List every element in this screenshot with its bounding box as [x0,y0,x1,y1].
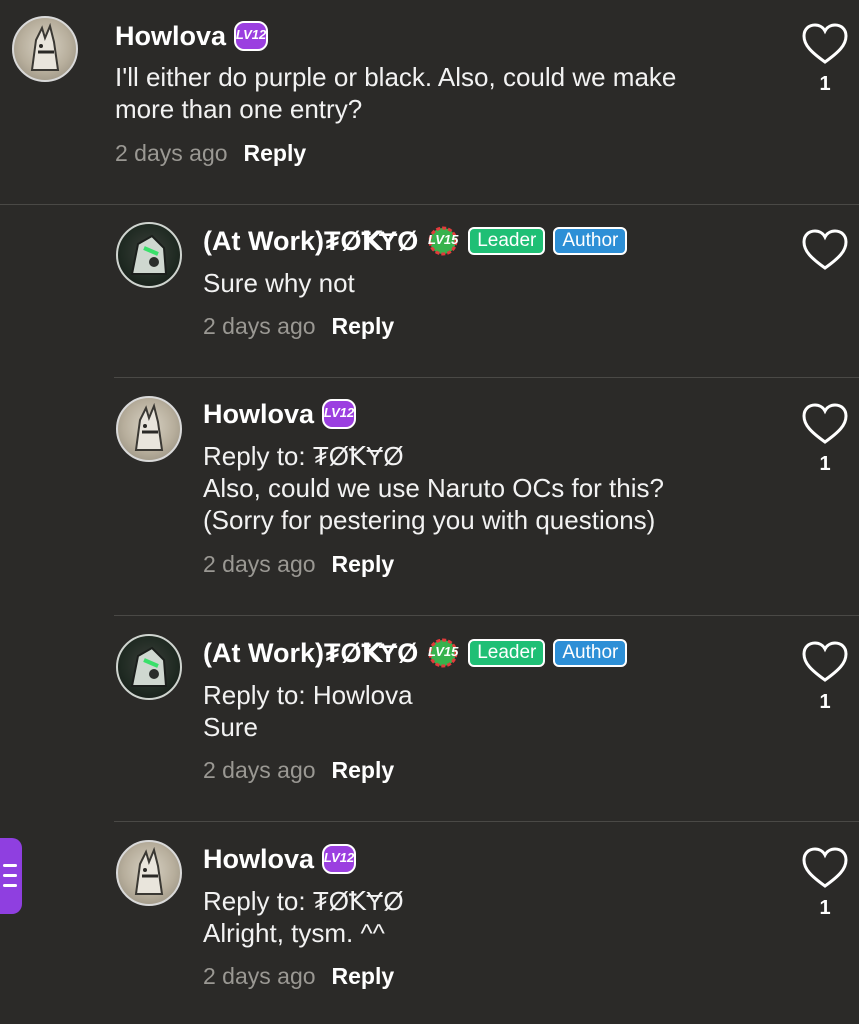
level-label: LV12 [235,27,267,42]
comment-body: I'll either do purple or black. Also, co… [115,61,676,125]
author-name[interactable]: (At Work)₮ØꝀɎØ [203,638,418,669]
like-count: 1 [819,691,831,713]
reply-button[interactable]: Reply [244,140,307,167]
avatar[interactable] [116,396,182,462]
comment-line: I'll either do purple or black. Also, co… [115,62,677,92]
comment-header: Howlova LV12 [203,841,357,877]
avatar-image [130,646,168,687]
comment-header: (At Work)₮ØꝀɎØ LV15 Leader Author [203,635,628,671]
comment-meta: 2 days ago Reply [203,313,394,340]
heart-outline-icon [802,229,848,270]
author-badge: Author [553,639,628,667]
leader-badge: Leader [468,227,546,255]
heart-outline-icon [802,23,848,64]
level-badge-icon: LV12 [234,21,269,51]
comment-line: Reply to: ₮ØꝀɎØ [203,886,404,916]
comment-meta: 2 days ago Reply [115,140,306,167]
divider [114,377,859,378]
comment-body: Sure why not [203,267,355,299]
like-button[interactable]: 1 [800,22,850,96]
divider [114,821,859,822]
reply-button[interactable]: Reply [332,757,395,784]
comment-line: Sure why not [203,268,355,298]
level-label: LV15 [428,232,459,247]
avatar-image [134,402,164,451]
level-badge-icon: LV12 [322,399,357,429]
timestamp: 2 days ago [203,313,316,339]
reply-button[interactable]: Reply [332,313,395,340]
author-badge: Author [553,227,628,255]
timestamp: 2 days ago [115,140,228,166]
like-count: 1 [819,897,831,919]
heart-outline-icon [802,403,848,444]
avatar[interactable] [12,16,78,82]
side-menu-tab[interactable] [0,838,22,914]
comment-body: Reply to: ₮ØꝀɎØ Alright, tysm. ^^ [203,885,404,949]
comment-line: (Sorry for pestering you with questions) [203,505,656,535]
avatar-image [134,846,164,895]
menu-icon [3,874,17,877]
heart-outline-icon [802,641,848,682]
comment-line: Alright, tysm. ^^ [203,918,385,948]
heart-outline-icon [802,847,848,888]
author-name[interactable]: (At Work)₮ØꝀɎØ [203,226,418,257]
timestamp: 2 days ago [203,757,316,783]
like-button[interactable]: 1 [800,846,850,920]
comment-line: Reply to: ₮ØꝀɎØ [203,441,404,471]
like-button[interactable]: 1 [800,640,850,714]
comment-line: more than one entry? [115,94,363,124]
menu-icon [3,884,17,887]
level-badge-icon: LV15 [426,226,460,256]
reply-button[interactable]: Reply [332,551,395,578]
timestamp: 2 days ago [203,963,316,989]
avatar[interactable] [116,634,182,700]
level-badge-icon: LV15 [426,638,460,668]
avatar[interactable] [116,222,182,288]
like-count: 1 [819,73,831,95]
level-label: LV15 [428,644,459,659]
reply-button[interactable]: Reply [332,963,395,990]
divider [114,615,859,616]
author-name[interactable]: Howlova [203,844,314,875]
leader-badge: Leader [468,639,546,667]
timestamp: 2 days ago [203,551,316,577]
author-name[interactable]: Howlova [203,399,314,430]
level-label: LV12 [323,850,355,865]
comment-line: Also, could we use Naruto OCs for this? [203,473,664,503]
comment-meta: 2 days ago Reply [203,757,394,784]
comment-meta: 2 days ago Reply [203,963,394,990]
level-label: LV12 [323,405,355,420]
comment-header: Howlova LV12 [115,18,269,54]
comment-header: Howlova LV12 [203,396,357,432]
avatar-image [130,234,168,275]
author-name[interactable]: Howlova [115,21,226,52]
comment-body: Reply to: Howlova Sure [203,679,413,743]
like-button[interactable] [800,228,850,279]
avatar-image [30,22,60,71]
like-button[interactable]: 1 [800,402,850,476]
comment-body: Reply to: ₮ØꝀɎØ Also, could we use Narut… [203,440,664,536]
comment-line: Reply to: Howlova [203,680,413,710]
like-count: 1 [819,453,831,475]
comment-meta: 2 days ago Reply [203,551,394,578]
comment-header: (At Work)₮ØꝀɎØ LV15 Leader Author [203,223,628,259]
menu-icon [3,864,17,867]
avatar[interactable] [116,840,182,906]
comment-line: Sure [203,712,258,742]
level-badge-icon: LV12 [322,844,357,874]
divider [0,204,859,205]
